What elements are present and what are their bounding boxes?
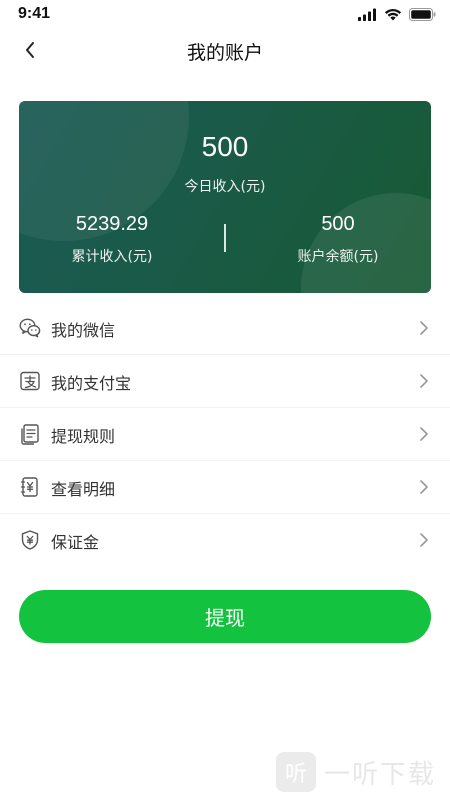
menu-item-details[interactable]: 查看明细 <box>0 461 450 514</box>
today-income-label: 今日收入(元) <box>184 179 266 195</box>
deposit-shield-icon <box>19 529 41 551</box>
wifi-icon <box>384 8 402 21</box>
menu-item-deposit[interactable]: 保证金 <box>0 514 450 567</box>
total-income-value: 5239.29 <box>75 213 149 235</box>
chevron-right-icon <box>420 321 428 335</box>
menu-item-alipay[interactable]: 我的支付宝 <box>0 355 450 408</box>
details-receipt-icon <box>19 476 41 498</box>
menu-item-wechat[interactable]: 我的微信 <box>0 302 450 355</box>
menu-item-label: 保证金 <box>51 533 100 552</box>
menu-item-label: 我的支付宝 <box>51 374 132 393</box>
chevron-right-icon <box>420 374 428 388</box>
today-income-value: 500 <box>201 131 249 162</box>
wechat-icon <box>19 317 41 339</box>
menu-item-label: 我的微信 <box>51 321 116 340</box>
page-title: 我的账户 <box>186 42 263 64</box>
account-balance-label: 账户余额(元) <box>297 249 379 265</box>
watermark-text: 一听下载 <box>323 759 436 790</box>
watermark: 听 一听下载 <box>275 752 436 792</box>
chevron-right-icon <box>420 533 428 547</box>
card-decoration-circle <box>301 193 431 293</box>
status-bar: 9:41 <box>0 0 450 32</box>
total-income-label: 累计收入(元) <box>71 249 153 265</box>
rules-document-icon <box>19 423 41 445</box>
chevron-right-icon <box>420 480 428 494</box>
status-icons <box>358 8 436 21</box>
signal-icon <box>358 8 376 21</box>
nav-bar: 我的账户 <box>0 32 450 68</box>
chevron-right-icon <box>420 427 428 441</box>
menu-item-label: 提现规则 <box>51 427 116 446</box>
alipay-icon <box>19 370 41 392</box>
account-summary-card: 500 今日收入(元) 5239.29 累计收入(元) 500 账户余额(元) <box>19 101 431 293</box>
watermark-logo: 听 <box>275 752 316 792</box>
withdraw-button[interactable]: 提现 <box>19 590 431 643</box>
menu-item-label: 查看明细 <box>51 480 116 499</box>
stat-divider <box>224 224 226 252</box>
battery-icon <box>409 8 436 21</box>
account-menu-list: 我的微信 我的支付宝 提现规则 查看明细 保证金 <box>0 302 450 567</box>
menu-item-withdraw-rules[interactable]: 提现规则 <box>0 408 450 461</box>
status-time: 9:41 <box>18 5 51 22</box>
account-balance-value: 500 <box>321 213 355 235</box>
